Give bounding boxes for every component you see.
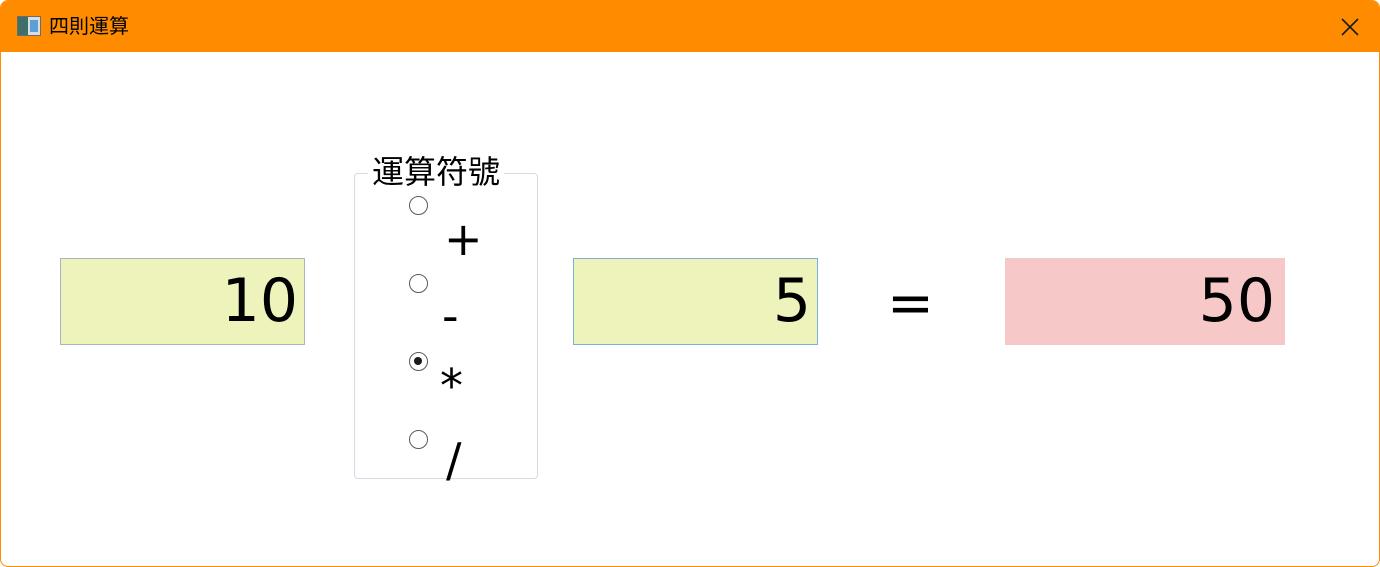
operator-radio-minus[interactable] xyxy=(409,274,428,293)
operator-label-minus[interactable]: - xyxy=(442,291,459,341)
operand1-input[interactable]: 10 xyxy=(60,258,305,345)
close-icon xyxy=(1341,17,1359,36)
app-icon xyxy=(17,16,41,36)
equals-sign: = xyxy=(887,271,934,336)
operator-label-divide[interactable]: / xyxy=(446,435,462,485)
close-button[interactable] xyxy=(1321,1,1379,52)
title-bar[interactable]: 四則運算 xyxy=(1,1,1379,52)
operator-group-title: 運算符號 xyxy=(368,153,505,191)
operator-radio-multiply[interactable] xyxy=(409,352,428,371)
operator-radio-divide[interactable] xyxy=(409,430,428,449)
operator-label-plus[interactable]: + xyxy=(444,214,483,264)
calculator-window: 四則運算 10 運算符號 + - * / 5 = 50 xyxy=(0,0,1380,567)
operator-radio-plus[interactable] xyxy=(409,196,428,215)
operator-label-multiply[interactable]: * xyxy=(440,361,463,411)
window-title: 四則運算 xyxy=(49,14,129,38)
result-display: 50 xyxy=(1005,258,1285,345)
operand2-input[interactable]: 5 xyxy=(573,258,818,345)
